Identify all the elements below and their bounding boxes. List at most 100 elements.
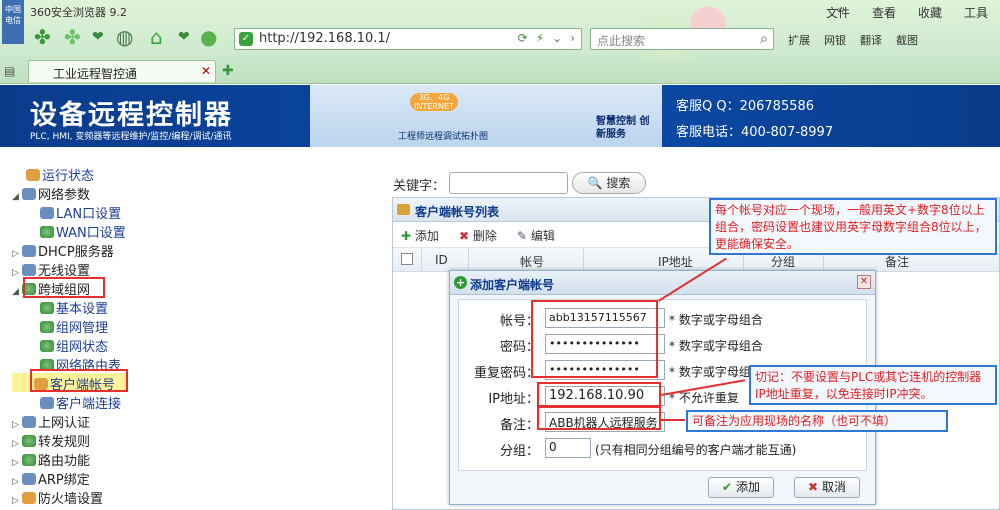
sidebar-item-basic[interactable]: 基本设置 [40, 298, 108, 317]
sidebar-item-net-status[interactable]: 组网状态 [40, 336, 108, 355]
lightning-icon[interactable]: ⚡ [536, 31, 544, 45]
sidebar-item-network-params[interactable]: ◢ 网络参数 [12, 184, 90, 203]
sidebar-item-arp[interactable]: ▷ ARP绑定 [12, 469, 90, 488]
house-icon [26, 169, 40, 181]
select-all-checkbox[interactable] [401, 253, 413, 265]
chevron-right-icon: ▷ [12, 420, 19, 430]
heart-icon[interactable]: ❤ [178, 26, 190, 48]
translate-button[interactable]: 翻译 [860, 32, 882, 48]
keyword-label: 关键字： [393, 179, 446, 194]
address-bar[interactable]: ✓ http://192.168.10.1/ ⟳ ⚡ ⌄ › [234, 28, 582, 50]
highlight-cross-domain [23, 277, 105, 298]
banner-topology-image: 3G、4G INTERNET 工程师远程调试拓扑图 智慧控制 创新服务 [310, 85, 662, 147]
globe-icon [40, 321, 54, 333]
sidebar-item-dhcp[interactable]: ▷ DHCP服务器 [12, 241, 114, 260]
add-button[interactable]: ✚ 添加 [401, 227, 439, 244]
col-divider [421, 248, 422, 272]
chevron-down-icon[interactable]: ⌄ [552, 31, 562, 45]
menu-tools[interactable]: 工具 [964, 4, 988, 21]
header-banner: 设备远程控制器 PLC, HMI, 变频器等远程维护/监控/编程/调试/通讯 3… [0, 85, 1000, 147]
chevron-right-icon: ▷ [12, 268, 19, 278]
col-note[interactable]: 备注 [885, 253, 909, 270]
sidebar-item-net-manage[interactable]: 组网管理 [40, 317, 108, 336]
plus-icon: + [454, 276, 467, 289]
close-icon[interactable]: ✕ [201, 64, 211, 78]
add-confirm-button[interactable]: ✔ 添加 [708, 477, 774, 498]
col-id[interactable]: ID [435, 253, 448, 267]
tab-active[interactable]: 工业远程智控通 ✕ [28, 60, 216, 82]
shield-icon: ✓ [239, 32, 253, 46]
service-phone: 客服电话：400-807-8997 [676, 125, 834, 140]
col-account[interactable]: 帐号 [520, 253, 544, 270]
cancel-button[interactable]: ✖ 取消 [794, 477, 860, 498]
link-icon [40, 397, 54, 409]
banner-title: 设备远程控制器 [30, 100, 233, 131]
heart-icon[interactable]: ❤ [92, 26, 104, 48]
sidebar-item-run-status[interactable]: 运行状态 [26, 165, 94, 184]
home-icon[interactable]: ⌂ [150, 26, 163, 48]
sidebar-item-auth[interactable]: ▷ 上网认证 [12, 412, 90, 431]
top-menu: 文件 查看 收藏 工具 [826, 4, 988, 21]
search-icon[interactable]: ⌕ [760, 28, 778, 50]
firewall-icon [22, 492, 36, 504]
sidebar-item-wan[interactable]: WAN口设置 [40, 222, 126, 241]
monitor-icon [22, 188, 36, 200]
sidebar-item-client-conn[interactable]: 客户端连接 [40, 393, 121, 412]
url-input[interactable]: http://192.168.10.1/ [259, 31, 390, 46]
highlight-note [537, 406, 661, 430]
highlight-ip [537, 382, 661, 407]
sidebar-toggle-icon[interactable]: ▤ [4, 64, 15, 78]
clover-icon[interactable]: ✤ [34, 26, 51, 48]
edit-button[interactable]: ✎ 编辑 [517, 227, 555, 244]
sidebar-item-routing[interactable]: ▷ 路由功能 [12, 450, 90, 469]
repeat-password-label: 重复密码： [473, 366, 539, 381]
account-label: 帐号： [499, 314, 539, 329]
menu-view[interactable]: 查看 [872, 4, 896, 21]
menu-favorites[interactable]: 收藏 [918, 4, 942, 21]
annotation-ip: 切记：不要设置与PLC或其它连机的控制器IP地址重复，以免连接时IP冲突。 [749, 365, 997, 405]
globe-icon [40, 302, 54, 314]
sidebar-item-firewall[interactable]: ▷ 防火墙设置 [12, 488, 103, 507]
globe-icon [40, 340, 54, 352]
keyword-input[interactable] [449, 172, 568, 194]
col-ip[interactable]: IP地址 [658, 253, 693, 270]
globe-icon[interactable]: ◍ [116, 26, 133, 48]
account-hint: * 数字或字母组合 [669, 313, 763, 327]
password-label: 密码： [499, 340, 539, 355]
lan-icon [40, 207, 54, 219]
apple-icon[interactable]: ● [200, 26, 217, 48]
forward-icon[interactable]: › [570, 31, 575, 45]
sidebar-item-forward[interactable]: ▷ 转发规则 [12, 431, 90, 450]
chevron-right-icon: ▷ [12, 458, 19, 468]
search-placeholder: 点此搜索 [597, 34, 646, 48]
col-group[interactable]: 分组 [771, 253, 795, 270]
chevron-right-icon: ▷ [12, 249, 19, 259]
binding-icon [22, 473, 36, 485]
delete-button[interactable]: ✖ 删除 [459, 227, 497, 244]
globe-icon [40, 226, 54, 238]
new-tab-icon[interactable]: ✚ [222, 63, 234, 79]
extension-bar: 扩展 网银 翻译 截图 [788, 32, 918, 48]
refresh-icon[interactable]: ⟳ [518, 31, 528, 45]
search-button[interactable]: 🔍 搜索 [572, 172, 646, 194]
sidebar-item-lan[interactable]: LAN口设置 [40, 203, 121, 222]
bank-button[interactable]: 网银 [824, 32, 846, 48]
ip-label: IP地址： [488, 392, 539, 407]
dialog-title: 添加客户端帐号 [470, 278, 555, 292]
highlight-client-account [30, 369, 128, 392]
col-divider [583, 248, 584, 272]
close-icon[interactable]: ✕ [857, 275, 871, 289]
col-divider [468, 248, 469, 272]
highlight-credentials [531, 300, 658, 378]
menu-file[interactable]: 文件 [826, 4, 850, 21]
clover-icon[interactable]: ✤ [64, 26, 81, 48]
screenshot-button[interactable]: 截图 [896, 32, 918, 48]
check-icon: ✔ [722, 480, 733, 494]
search-input[interactable]: 点此搜索 [590, 28, 774, 50]
group-input[interactable]: 0 [545, 438, 591, 458]
extensions-button[interactable]: 扩展 [788, 32, 810, 48]
user-icon [22, 416, 36, 428]
wifi-icon [22, 264, 36, 276]
tab-label: 工业远程智控通 [53, 67, 138, 81]
note-label: 备注： [499, 418, 539, 433]
